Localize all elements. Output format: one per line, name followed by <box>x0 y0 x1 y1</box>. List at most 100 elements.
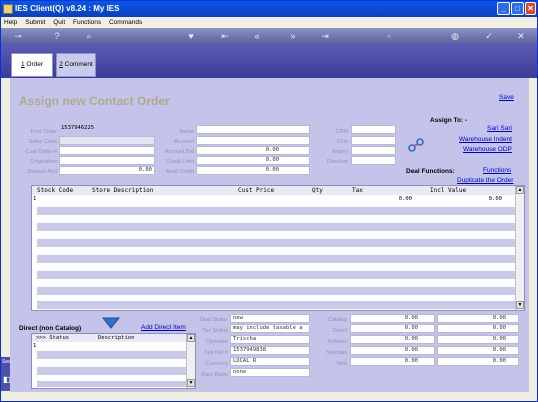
empty-row[interactable] <box>37 223 515 231</box>
check-icon[interactable]: ✓ <box>483 30 495 42</box>
empty-row[interactable] <box>37 239 515 247</box>
tab-comment[interactable]: 2 Comment <box>56 53 96 77</box>
search-icon[interactable]: ⌕ <box>83 30 95 42</box>
minimize-button[interactable]: _ <box>497 2 510 15</box>
maximize-button[interactable]: □ <box>511 2 524 15</box>
empty-row[interactable] <box>37 207 515 215</box>
scroll-down-icon[interactable]: ▼ <box>516 301 524 309</box>
rate-basis-field[interactable]: none <box>230 368 310 377</box>
sales-code-label: Sales Code <box>28 139 57 145</box>
specials-total-b: 0.00 <box>437 346 519 355</box>
col-cust-price[interactable]: Cust Price <box>238 186 274 195</box>
empty-row[interactable] <box>37 287 515 295</box>
col-qty[interactable]: Qty <box>312 186 323 195</box>
scroll-up-icon[interactable]: ▲ <box>516 186 524 194</box>
assign-sari-sari-link[interactable]: Sari Sari <box>487 125 512 132</box>
last-icon[interactable]: ⇥ <box>319 30 331 42</box>
side-label: Ses <box>2 359 11 365</box>
side-panel[interactable]: Ses ◧ <box>1 357 11 391</box>
menu-help[interactable]: Help <box>1 17 20 28</box>
account-field[interactable] <box>196 136 310 145</box>
save-link[interactable]: Save <box>499 94 514 101</box>
empty-row[interactable] <box>37 381 187 387</box>
crm-field[interactable] <box>351 125 396 134</box>
assign-warehouse-indent-link[interactable]: Warehouse Indent <box>459 136 512 143</box>
col-description[interactable]: Description <box>98 334 134 342</box>
empty-row[interactable] <box>37 271 515 279</box>
row-incl-value: 0.00 <box>488 196 502 202</box>
document-icon[interactable]: ▫ <box>383 30 395 42</box>
empty-row[interactable] <box>37 255 515 263</box>
sys-ref-field: 1537949838 <box>230 346 310 355</box>
first-order-field[interactable]: 1537946225 <box>59 125 155 134</box>
next-icon[interactable]: » <box>287 30 299 42</box>
sys-ref-label: Sys Ref # <box>204 350 228 356</box>
rate-basis-label: Rate Basis <box>201 372 228 378</box>
window-title: IES Client(Q) v8.24 : My IES <box>15 4 120 13</box>
functions-link[interactable]: Functions <box>483 167 511 174</box>
direct-scroll-down-icon[interactable]: ▼ <box>187 379 195 387</box>
currency-label: Currency <box>205 361 228 367</box>
col-status[interactable]: >>> Status <box>36 334 69 342</box>
cust-order-field[interactable] <box>59 146 155 155</box>
avail-credit-field: 0.00 <box>196 166 310 175</box>
menu-commands[interactable]: Commands <box>106 17 145 28</box>
empty-row[interactable] <box>37 367 187 375</box>
row-tax: 0.00 <box>398 196 412 202</box>
key-icon[interactable]: ⊸ <box>9 30 27 42</box>
credit-limit-field: 0.00 <box>196 156 310 165</box>
side-expand-icon[interactable]: ◧ <box>3 375 11 384</box>
name-label: Name <box>179 129 194 135</box>
menu-bar: Help Submit Quit Functions Commands <box>1 17 537 28</box>
duplicate-order-link[interactable]: Duplicate the Order <box>457 177 513 184</box>
currency-field[interactable]: LOCAL R <box>230 357 310 366</box>
tab-comment-label: Comment <box>64 61 93 68</box>
table-row[interactable]: 0.00 0.00 <box>37 195 515 204</box>
tab-order[interactable]: 1 Order <box>11 53 53 77</box>
heart-icon[interactable]: ♥ <box>185 30 197 42</box>
club-field[interactable] <box>351 136 396 145</box>
directive-field[interactable] <box>351 156 396 165</box>
first-order-label: First Order <box>30 129 57 135</box>
tax-status-field[interactable]: may include taxable a <box>230 324 310 333</box>
col-incl-value[interactable]: Incl Value <box>430 186 466 195</box>
help-icon[interactable]: ? <box>51 30 63 42</box>
close-button[interactable]: ✕ <box>525 2 536 15</box>
toolbar: ⊸ ? ⌕ ♥ ⇤ « » ⇥ ▫ ◍ ✓ ✕ <box>1 28 537 44</box>
menu-functions[interactable]: Functions <box>70 17 104 28</box>
account-label: Account <box>174 139 194 145</box>
cust-order-label: Cust Order # <box>25 149 57 155</box>
origination-label: Origination <box>30 159 57 165</box>
menu-quit[interactable]: Quit <box>50 17 68 28</box>
sales-code-field[interactable] <box>59 136 155 145</box>
deal-functions-heading: Deal Functions: <box>406 168 455 175</box>
assign-warehouse-odp-link[interactable]: Warehouse ODP <box>463 146 512 153</box>
page-title: Assign new Contact Order <box>19 94 170 108</box>
link-icon[interactable] <box>408 138 424 152</box>
grid-header: Stock Code Store Description Cust Price … <box>32 186 516 195</box>
expiry-field[interactable] <box>351 146 396 155</box>
col-store-description[interactable]: Store Description <box>92 186 153 195</box>
empty-row[interactable] <box>37 351 187 359</box>
col-tax[interactable]: Tax <box>352 186 363 195</box>
first-icon[interactable]: ⇤ <box>219 30 231 42</box>
row-marker: 1 <box>33 196 37 202</box>
menu-submit[interactable]: Submit <box>22 17 48 28</box>
col-stock-code[interactable]: Stock Code <box>37 186 73 195</box>
title-bar[interactable]: IES Client(Q) v8.24 : My IES _ □ ✕ <box>1 1 537 17</box>
tax-status-label: Tax Status <box>202 328 228 334</box>
order-lines-grid[interactable]: Stock Code Store Description Cust Price … <box>31 185 525 311</box>
globe-icon[interactable]: ◍ <box>449 30 461 42</box>
direct-items-grid[interactable]: >>> Status Description 1 ▲ ▼ <box>31 333 196 389</box>
empty-row[interactable] <box>37 301 515 309</box>
name-field[interactable] <box>196 125 310 134</box>
deposit-field[interactable]: 0.00 <box>59 166 155 175</box>
close-icon[interactable]: ✕ <box>515 30 527 42</box>
down-arrow-icon[interactable] <box>101 316 121 330</box>
deal-status-field: new <box>230 314 310 323</box>
prev-icon[interactable]: « <box>251 30 263 42</box>
grid-scrollbar[interactable]: ▲ ▼ <box>515 186 524 310</box>
add-direct-item-link[interactable]: Add Direct Item <box>141 324 186 331</box>
origination-field[interactable] <box>59 156 155 165</box>
nett-total-a: 0.00 <box>350 357 435 366</box>
